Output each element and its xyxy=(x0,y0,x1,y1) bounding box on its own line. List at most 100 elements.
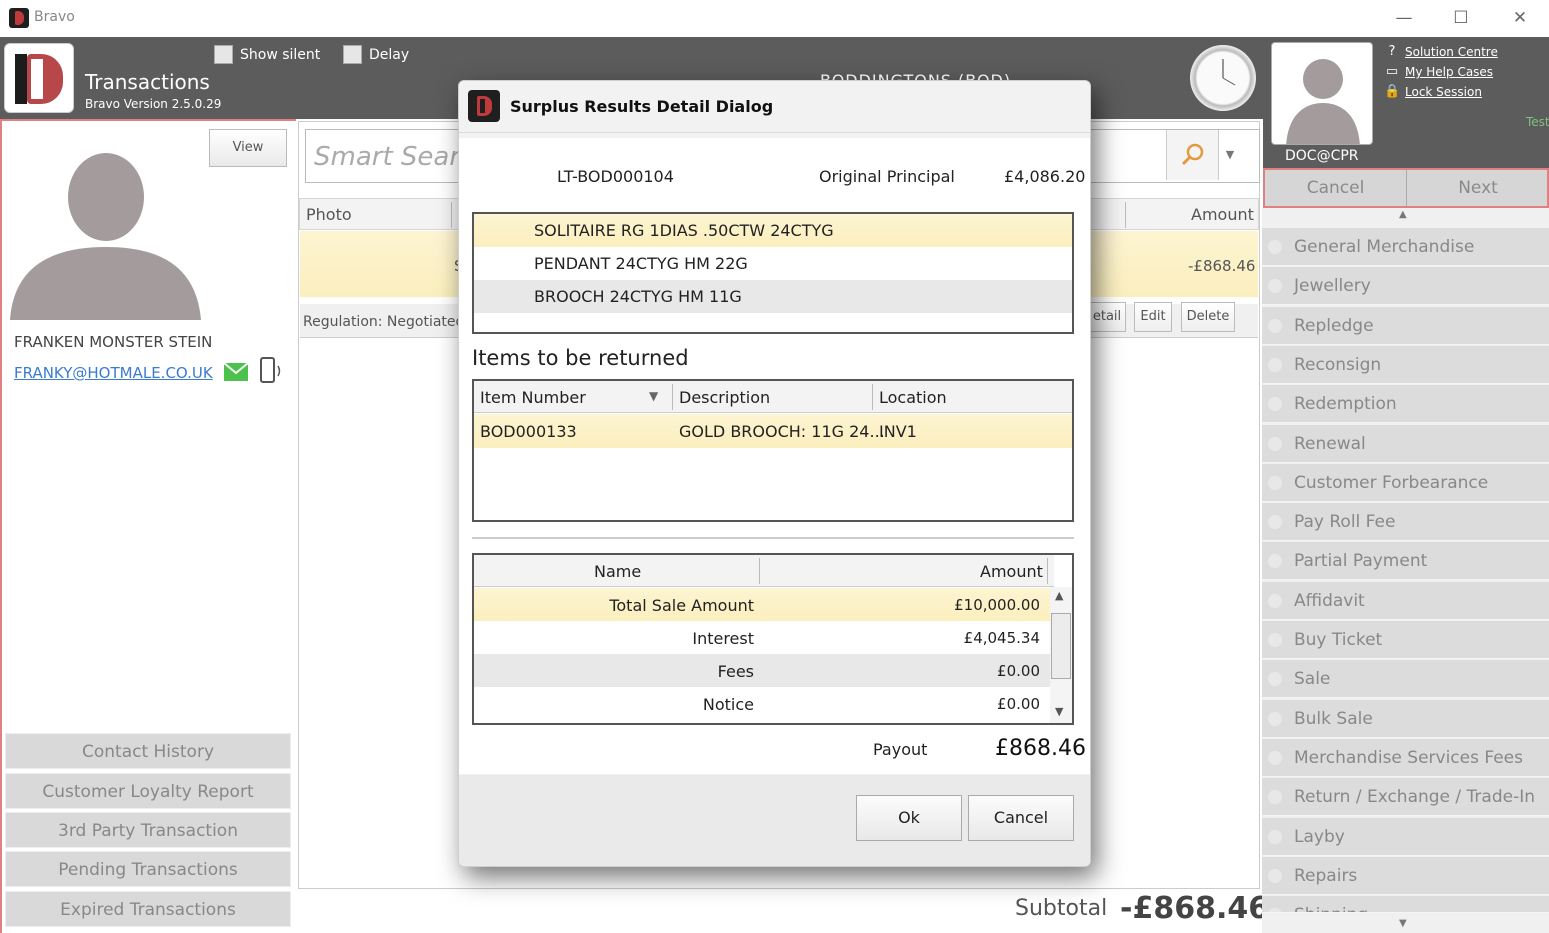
col-item-number[interactable]: Item Number xyxy=(480,388,586,407)
scroll-down-icon[interactable]: ▼ xyxy=(1055,705,1063,718)
menu-item-label: Bulk Sale xyxy=(1294,708,1373,729)
bullet-icon xyxy=(1268,711,1282,726)
bullet-icon xyxy=(1268,672,1282,687)
cancel-button[interactable]: Cancel xyxy=(1265,170,1407,206)
ok-button[interactable]: Ok xyxy=(856,795,962,841)
third-party-transaction-button[interactable]: 3rd Party Transaction xyxy=(5,812,291,848)
return-item-location: INV1 xyxy=(879,422,917,441)
delay-checkbox[interactable] xyxy=(343,45,362,64)
next-button[interactable]: Next xyxy=(1408,170,1548,206)
my-help-cases-link[interactable]: My Help Cases xyxy=(1405,65,1493,79)
scroll-thumb[interactable] xyxy=(1051,613,1071,679)
menu-item-merchandise-services-fees[interactable]: Merchandise Services Fees xyxy=(1262,738,1549,777)
bullet-icon xyxy=(1268,436,1282,451)
bullet-icon xyxy=(1268,475,1282,490)
payout-label: Payout xyxy=(873,740,928,759)
menu-item-general-merchandise[interactable]: General Merchandise xyxy=(1262,228,1549,266)
amounts-scrollbar[interactable]: ▲ ▼ xyxy=(1050,587,1072,723)
scroll-up-icon[interactable]: ▲ xyxy=(1399,209,1407,220)
menu-item-label: Return / Exchange / Trade-In xyxy=(1294,787,1536,808)
contact-history-button[interactable]: Contact History xyxy=(5,733,291,769)
list-item[interactable]: BROOCH 24CTYG HM 11G xyxy=(474,280,1072,313)
close-button[interactable]: ✕ xyxy=(1505,8,1535,28)
sort-down-icon[interactable]: ▼ xyxy=(649,389,658,403)
subtotal-value: -£868.46 xyxy=(1120,891,1270,926)
pending-transactions-button[interactable]: Pending Transactions xyxy=(5,851,291,887)
menu-item-repairs[interactable]: Repairs xyxy=(1262,856,1549,895)
col-location[interactable]: Location xyxy=(879,388,947,407)
menu-item-label: Layby xyxy=(1294,826,1345,847)
bullet-icon xyxy=(1268,829,1282,844)
menu-item-jewellery[interactable]: Jewellery xyxy=(1262,267,1549,306)
return-heading: Items to be returned xyxy=(472,346,689,370)
menu-item-label: Repairs xyxy=(1294,865,1358,886)
subtotal-label: Subtotal xyxy=(1015,896,1108,921)
return-item-desc: GOLD BROOCH: 11G 24... xyxy=(679,422,885,441)
scroll-up-icon[interactable]: ▲ xyxy=(1055,589,1063,602)
principal-value: £4,086.20 xyxy=(1004,167,1086,186)
menu-item-affidavit[interactable]: Affidavit xyxy=(1262,581,1549,620)
col-name: Name xyxy=(594,562,642,581)
detail-button[interactable]: etail xyxy=(1088,302,1126,332)
maximize-button[interactable]: ☐ xyxy=(1446,8,1476,28)
delete-button[interactable]: Delete xyxy=(1181,302,1235,332)
menu-item-shipping[interactable]: Shipping xyxy=(1262,896,1549,913)
phone-icon[interactable] xyxy=(258,356,284,386)
show-silent-checkbox[interactable] xyxy=(214,45,233,64)
bullet-icon xyxy=(1268,750,1282,765)
email-icon[interactable] xyxy=(223,362,249,382)
table-row[interactable]: Interest £4,045.34 xyxy=(474,621,1050,654)
loan-id: LT-BOD000104 xyxy=(557,167,674,186)
table-row[interactable]: Notice £0.00 xyxy=(474,687,1050,720)
test-label: Test xyxy=(1526,115,1549,129)
expired-transactions-button[interactable]: Expired Transactions xyxy=(5,891,291,927)
table-row[interactable]: Fees £0.00 xyxy=(474,654,1050,687)
search-icon xyxy=(1181,143,1204,166)
menu-item-label: Renewal xyxy=(1294,433,1366,454)
dialog-cancel-button[interactable]: Cancel xyxy=(968,795,1074,841)
payout-value: £868.46 xyxy=(995,736,1086,761)
current-user: DOC@CPR xyxy=(1285,148,1359,164)
menu-item-sale[interactable]: Sale xyxy=(1262,660,1549,699)
bullet-icon xyxy=(1268,593,1282,608)
menu-item-label: Repledge xyxy=(1294,315,1374,336)
menu-item-repledge[interactable]: Repledge xyxy=(1262,306,1549,345)
menu-item-layby[interactable]: Layby xyxy=(1262,817,1549,856)
solution-centre-link[interactable]: Solution Centre xyxy=(1405,45,1498,59)
customer-loyalty-report-button[interactable]: Customer Loyalty Report xyxy=(5,773,291,809)
lock-icon: 🔒 xyxy=(1384,84,1401,99)
menu-item-redemption[interactable]: Redemption xyxy=(1262,385,1549,424)
menu-item-buy-ticket[interactable]: Buy Ticket xyxy=(1262,621,1549,659)
list-item[interactable]: PENDANT 24CTYG HM 22G xyxy=(474,247,1072,280)
lock-session-link[interactable]: Lock Session xyxy=(1405,85,1482,99)
menu-item-customer-forbearance[interactable]: Customer Forbearance xyxy=(1262,463,1549,502)
menu-item-label: Shipping xyxy=(1294,905,1368,912)
minimize-button[interactable]: — xyxy=(1389,8,1419,28)
menu-item-label: Pay Roll Fee xyxy=(1294,512,1396,533)
menu-item-renewal[interactable]: Renewal xyxy=(1262,424,1549,463)
folder-icon: ▭ xyxy=(1385,64,1399,79)
table-row[interactable]: BOD000133 GOLD BROOCH: 11G 24... INV1 xyxy=(474,414,1072,448)
table-row[interactable]: Total Sale Amount £10,000.00 xyxy=(474,588,1050,621)
bullet-icon xyxy=(1268,790,1282,805)
search-button[interactable] xyxy=(1166,130,1218,180)
cancel-next-bar: Cancel Next xyxy=(1263,168,1549,208)
view-button[interactable]: View xyxy=(209,129,287,167)
menu-item-partial-payment[interactable]: Partial Payment xyxy=(1262,542,1549,581)
scroll-down-icon[interactable]: ▼ xyxy=(1399,918,1407,929)
edit-button[interactable]: Edit xyxy=(1134,302,1172,332)
bullet-icon xyxy=(1268,868,1282,883)
bullet-icon xyxy=(1268,397,1282,412)
customer-email-link[interactable]: FRANKY@HOTMALE.CO.UK xyxy=(14,364,213,382)
menu-item-return-exchange-trade-in[interactable]: Return / Exchange / Trade-In xyxy=(1262,778,1549,817)
customer-name: FRANKEN MONSTER STEIN xyxy=(14,333,213,351)
menu-item-reconsign[interactable]: Reconsign xyxy=(1262,345,1549,384)
search-dropdown-icon[interactable]: ▼ xyxy=(1218,130,1241,180)
col-description[interactable]: Description xyxy=(679,388,770,407)
menu-item-pay-roll-fee[interactable]: Pay Roll Fee xyxy=(1262,503,1549,542)
bullet-icon xyxy=(1268,554,1282,569)
show-silent-label: Show silent xyxy=(240,47,321,63)
list-item[interactable]: SOLITAIRE RG 1DIAS .50CTW 24CTYG xyxy=(474,214,1072,247)
page-title: Transactions xyxy=(85,70,210,94)
menu-item-bulk-sale[interactable]: Bulk Sale xyxy=(1262,699,1549,738)
